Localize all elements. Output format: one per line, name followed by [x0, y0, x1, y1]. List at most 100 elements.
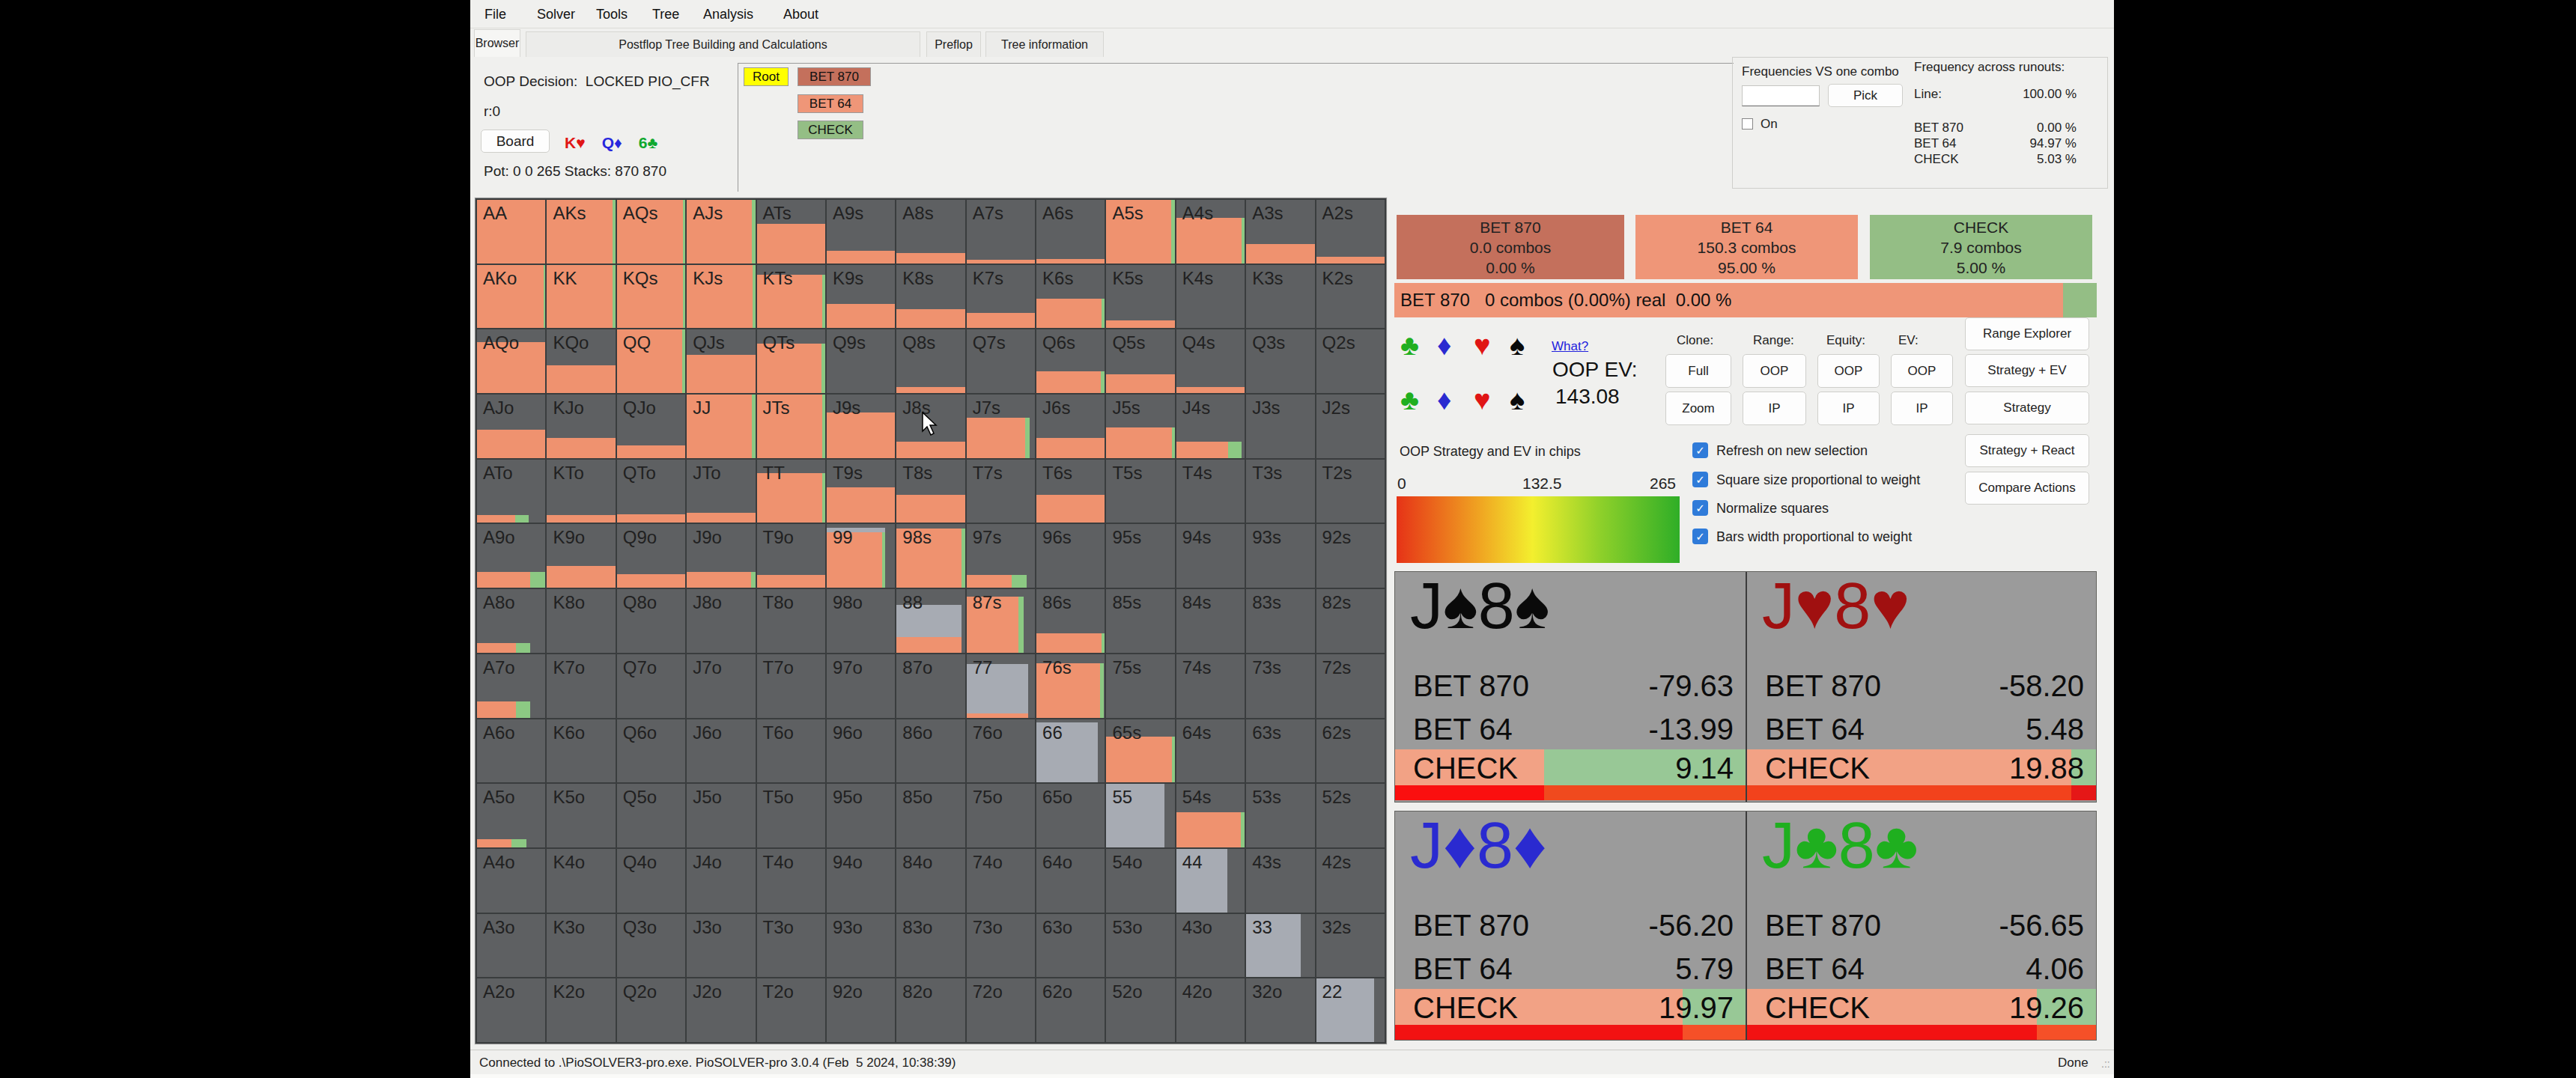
grid-cell-Q6s[interactable]: Q6s [1036, 329, 1105, 393]
grid-cell-A3o[interactable]: A3o [477, 914, 545, 978]
side-button-3[interactable]: Strategy + React [1965, 434, 2089, 467]
grid-cell-93o[interactable]: 93o [827, 914, 895, 978]
suit-0-2-icon[interactable]: ♥ [1474, 329, 1491, 362]
grid-cell-K5o[interactable]: K5o [547, 784, 615, 847]
grid-cell-ATo[interactable]: ATo [477, 460, 545, 523]
grid-cell-K5s[interactable]: K5s [1106, 265, 1174, 329]
grid-cell-Q8s[interactable]: Q8s [896, 329, 965, 393]
suit-0-3-icon[interactable]: ♠ [1510, 329, 1525, 362]
grid-cell-JTs[interactable]: JTs [757, 395, 825, 458]
suit-1-0-icon[interactable]: ♣ [1400, 384, 1419, 416]
grid-cell-A8s[interactable]: A8s [896, 200, 965, 264]
grid-cell-QJo[interactable]: QJo [617, 395, 685, 458]
grid-cell-32s[interactable]: 32s [1316, 914, 1385, 978]
grid-cell-KJo[interactable]: KJo [547, 395, 615, 458]
grid-cell-TT[interactable]: TT [757, 460, 825, 523]
grid-cell-AJo[interactable]: AJo [477, 395, 545, 458]
grid-cell-KJs[interactable]: KJs [687, 265, 755, 329]
grid-cell-73s[interactable]: 73s [1246, 654, 1314, 718]
grid-cell-T3o[interactable]: T3o [757, 914, 825, 978]
menu-solver[interactable]: Solver [537, 7, 575, 22]
pick-button[interactable]: Pick [1828, 84, 1903, 107]
tab-3[interactable]: Tree information [985, 31, 1104, 57]
grid-cell-J8o[interactable]: J8o [687, 589, 755, 653]
grid-cell-AA[interactable]: AA [477, 200, 545, 264]
tree-node-BET 64[interactable]: BET 64 [798, 94, 863, 113]
grid-cell-T2o[interactable]: T2o [757, 978, 825, 1042]
grid-cell-42o[interactable]: 42o [1176, 978, 1245, 1042]
grid-cell-76s[interactable]: 76s [1036, 654, 1105, 718]
grid-cell-64s[interactable]: 64s [1176, 719, 1245, 783]
grid-cell-Q7o[interactable]: Q7o [617, 654, 685, 718]
grid-cell-A5s[interactable]: A5s [1106, 200, 1174, 264]
grid-cell-A5o[interactable]: A5o [477, 784, 545, 847]
grid-cell-KK[interactable]: KK [547, 265, 615, 329]
suit-1-3-icon[interactable]: ♠ [1510, 384, 1525, 416]
grid-cell-Q4o[interactable]: Q4o [617, 849, 685, 913]
menu-tree[interactable]: Tree [652, 7, 679, 22]
tree-node-root[interactable]: Root [744, 67, 789, 86]
grid-cell-Q3o[interactable]: Q3o [617, 914, 685, 978]
grid-cell-A4o[interactable]: A4o [477, 849, 545, 913]
grid-cell-J2s[interactable]: J2s [1316, 395, 1385, 458]
grid-cell-Q4s[interactable]: Q4s [1176, 329, 1245, 393]
grid-cell-J3o[interactable]: J3o [687, 914, 755, 978]
grid-cell-KTs[interactable]: KTs [757, 265, 825, 329]
grid-cell-T6s[interactable]: T6s [1036, 460, 1105, 523]
checkbox-3[interactable]: ✓ [1692, 529, 1708, 544]
checkbox-2[interactable]: ✓ [1692, 500, 1708, 516]
grid-cell-52o[interactable]: 52o [1106, 978, 1174, 1042]
grid-cell-75o[interactable]: 75o [967, 784, 1035, 847]
grid-cell-KQo[interactable]: KQo [547, 329, 615, 393]
grid-cell-J9o[interactable]: J9o [687, 524, 755, 588]
grid-cell-84o[interactable]: 84o [896, 849, 965, 913]
button-OOP-02[interactable]: OOP [1817, 354, 1880, 388]
grid-cell-85s[interactable]: 85s [1106, 589, 1174, 653]
grid-cell-74s[interactable]: 74s [1176, 654, 1245, 718]
grid-cell-A7o[interactable]: A7o [477, 654, 545, 718]
grid-cell-86s[interactable]: 86s [1036, 589, 1105, 653]
hand-panel-J♥8♥[interactable]: J♥8♥ BET 870-58.20 BET 645.48 CHECK19.88 [1746, 572, 2096, 802]
grid-cell-85o[interactable]: 85o [896, 784, 965, 847]
grid-cell-Q9o[interactable]: Q9o [617, 524, 685, 588]
grid-cell-J4o[interactable]: J4o [687, 849, 755, 913]
menu-analysis[interactable]: Analysis [703, 7, 753, 22]
grid-cell-KQs[interactable]: KQs [617, 265, 685, 329]
grid-cell-97o[interactable]: 97o [827, 654, 895, 718]
grid-cell-22[interactable]: 22 [1316, 978, 1385, 1042]
grid-cell-88[interactable]: 88 [896, 589, 965, 653]
grid-cell-Q9s[interactable]: Q9s [827, 329, 895, 393]
grid-cell-55[interactable]: 55 [1106, 784, 1174, 847]
grid-cell-97s[interactable]: 97s [967, 524, 1035, 588]
hand-panel-J♣8♣[interactable]: J♣8♣ BET 870-56.65 BET 644.06 CHECK19.26 [1746, 811, 2096, 1040]
action-header-BET 64[interactable]: BET 64150.3 combos95.00 % [1635, 215, 1858, 279]
grid-cell-AJs[interactable]: AJs [687, 200, 755, 264]
grid-cell-95o[interactable]: 95o [827, 784, 895, 847]
checkbox-1[interactable]: ✓ [1692, 472, 1708, 487]
grid-cell-QTs[interactable]: QTs [757, 329, 825, 393]
grid-cell-T9s[interactable]: T9s [827, 460, 895, 523]
grid-cell-92s[interactable]: 92s [1316, 524, 1385, 588]
grid-cell-J5s[interactable]: J5s [1106, 395, 1174, 458]
grid-cell-T5o[interactable]: T5o [757, 784, 825, 847]
grid-cell-32o[interactable]: 32o [1246, 978, 1314, 1042]
grid-cell-Q6o[interactable]: Q6o [617, 719, 685, 783]
button-IP-12[interactable]: IP [1817, 392, 1880, 425]
grid-cell-T8s[interactable]: T8s [896, 460, 965, 523]
grid-cell-A2s[interactable]: A2s [1316, 200, 1385, 264]
grid-cell-J7o[interactable]: J7o [687, 654, 755, 718]
grid-cell-A4s[interactable]: A4s [1176, 200, 1245, 264]
tab-1[interactable]: Postflop Tree Building and Calculations [526, 31, 920, 57]
grid-cell-QJs[interactable]: QJs [687, 329, 755, 393]
grid-cell-53s[interactable]: 53s [1246, 784, 1314, 847]
grid-cell-JJ[interactable]: JJ [687, 395, 755, 458]
grid-cell-T4s[interactable]: T4s [1176, 460, 1245, 523]
grid-cell-42s[interactable]: 42s [1316, 849, 1385, 913]
grid-cell-JTo[interactable]: JTo [687, 460, 755, 523]
button-IP-11[interactable]: IP [1743, 392, 1806, 425]
grid-cell-Q5o[interactable]: Q5o [617, 784, 685, 847]
action-header-CHECK[interactable]: CHECK7.9 combos5.00 % [1870, 215, 2092, 279]
grid-cell-J5o[interactable]: J5o [687, 784, 755, 847]
on-checkbox[interactable] [1742, 118, 1753, 130]
menu-file[interactable]: File [484, 7, 506, 22]
